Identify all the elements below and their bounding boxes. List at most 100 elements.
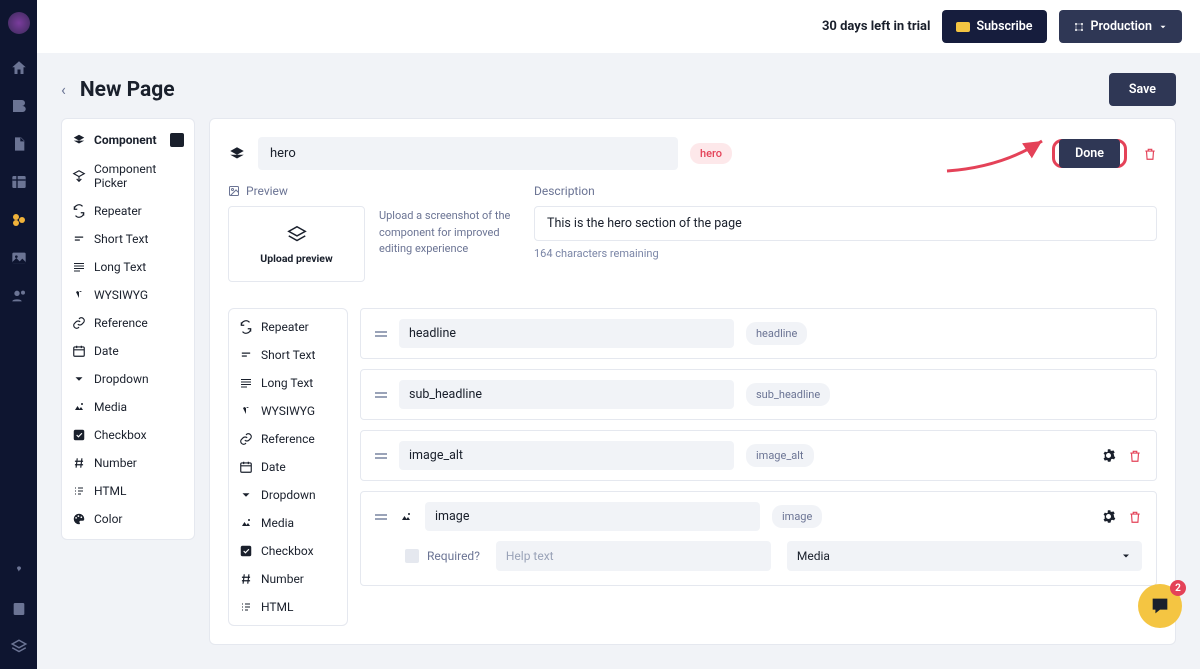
field-type-repeater[interactable]: Repeater xyxy=(229,313,347,341)
component-name-input[interactable] xyxy=(258,137,678,170)
upload-preview-button[interactable]: Upload preview xyxy=(228,206,365,282)
field-settings-button[interactable] xyxy=(1101,448,1116,463)
chat-badge: 2 xyxy=(1170,580,1186,596)
field-type-date[interactable]: Date xyxy=(229,453,347,481)
dropdown-icon xyxy=(239,488,253,502)
component-type-repeater[interactable]: Repeater xyxy=(62,197,194,225)
logo[interactable] xyxy=(8,12,30,34)
done-highlight: Done xyxy=(1052,139,1127,168)
chat-widget[interactable]: 2 xyxy=(1138,584,1182,628)
short-text-icon xyxy=(239,350,253,360)
component-type-wysiwyg[interactable]: WYSIWYG xyxy=(62,281,194,309)
component-type-number[interactable]: Number xyxy=(62,449,194,477)
component-types-panel: Component Component PickerRepeaterShort … xyxy=(61,118,195,540)
components-icon[interactable] xyxy=(9,210,29,230)
env-label: Production xyxy=(1091,19,1152,34)
field-sub_headline: sub_headline xyxy=(360,369,1157,420)
field-type-checkbox[interactable]: Checkbox xyxy=(229,537,347,565)
field-delete-button[interactable] xyxy=(1128,448,1142,464)
upload-preview-label: Upload preview xyxy=(260,252,332,265)
component-type-short-text[interactable]: Short Text xyxy=(62,225,194,253)
save-button[interactable]: Save xyxy=(1109,73,1176,106)
panel-toggle-icon[interactable] xyxy=(170,133,184,147)
media-icon[interactable] xyxy=(9,248,29,268)
date-icon xyxy=(72,344,86,358)
component-type-component-picker[interactable]: Component Picker xyxy=(62,155,194,197)
nav-rail xyxy=(0,0,37,669)
field-type-number[interactable]: Number xyxy=(229,565,347,593)
field-type-html[interactable]: HTML xyxy=(229,593,347,621)
component-icon xyxy=(228,145,246,163)
field-settings-button[interactable] xyxy=(1101,509,1116,524)
users-icon[interactable] xyxy=(9,286,29,306)
component-type-dropdown[interactable]: Dropdown xyxy=(62,365,194,393)
component-type-checkbox[interactable]: Checkbox xyxy=(62,421,194,449)
help-icon[interactable] xyxy=(9,561,29,581)
page-title: New Page xyxy=(80,78,175,102)
field-type-select[interactable]: Media xyxy=(787,541,1142,571)
field-headline: headline xyxy=(360,308,1157,359)
card-icon xyxy=(956,22,970,32)
drag-handle[interactable] xyxy=(375,453,387,459)
field-key-pill: headline xyxy=(746,322,807,345)
docs-icon[interactable] xyxy=(9,599,29,619)
field-image_alt: image_alt xyxy=(360,430,1157,481)
subscribe-button[interactable]: Subscribe xyxy=(942,10,1046,43)
number-icon xyxy=(239,572,253,586)
component-picker-icon xyxy=(72,169,86,183)
component-type-date[interactable]: Date xyxy=(62,337,194,365)
field-name-input[interactable] xyxy=(399,380,734,409)
field-type-dropdown[interactable]: Dropdown xyxy=(229,481,347,509)
component-icon xyxy=(72,133,86,147)
media-icon xyxy=(239,517,253,529)
required-toggle[interactable]: Required? xyxy=(405,549,480,563)
field-type-wysiwyg[interactable]: WYSIWYG xyxy=(229,397,347,425)
field-type-short-text[interactable]: Short Text xyxy=(229,341,347,369)
description-input[interactable] xyxy=(534,206,1157,241)
html-icon xyxy=(72,484,86,498)
color-icon xyxy=(72,512,86,526)
environment-dropdown[interactable]: Production xyxy=(1059,10,1182,43)
reference-icon xyxy=(72,316,86,330)
back-button[interactable]: ‹ xyxy=(61,80,66,99)
checkbox-icon xyxy=(239,544,253,558)
panel-header: Component xyxy=(94,133,157,147)
component-key-pill: hero xyxy=(690,143,732,164)
field-delete-button[interactable] xyxy=(1128,509,1142,525)
field-image: imageRequired?Media xyxy=(360,491,1157,586)
field-name-input[interactable] xyxy=(399,319,734,348)
component-type-reference[interactable]: Reference xyxy=(62,309,194,337)
home-icon[interactable] xyxy=(9,58,29,78)
wysiwyg-icon xyxy=(239,405,253,417)
checkbox-icon xyxy=(405,549,419,563)
field-key-pill: sub_headline xyxy=(746,383,830,406)
layers-icon[interactable] xyxy=(9,637,29,657)
delete-component-button[interactable] xyxy=(1143,146,1157,162)
chars-remaining: 164 characters remaining xyxy=(534,247,1157,260)
component-type-color[interactable]: Color xyxy=(62,505,194,533)
field-name-input[interactable] xyxy=(425,502,760,531)
field-type-media[interactable]: Media xyxy=(229,509,347,537)
dropdown-icon xyxy=(72,372,86,386)
field-type-reference[interactable]: Reference xyxy=(229,425,347,453)
preview-label: Preview xyxy=(228,184,518,198)
component-type-long-text[interactable]: Long Text xyxy=(62,253,194,281)
drag-handle[interactable] xyxy=(375,331,387,337)
page-header: ‹ New Page Save xyxy=(37,53,1200,118)
topbar: 30 days left in trial Subscribe Producti… xyxy=(37,0,1200,53)
field-name-input[interactable] xyxy=(399,441,734,470)
help-text-input[interactable] xyxy=(496,541,771,571)
blog-icon[interactable] xyxy=(9,96,29,116)
html-icon xyxy=(239,601,253,613)
component-type-html[interactable]: HTML xyxy=(62,477,194,505)
document-icon[interactable] xyxy=(9,134,29,154)
done-button[interactable]: Done xyxy=(1059,139,1120,168)
description-label: Description xyxy=(534,184,1157,198)
subscribe-label: Subscribe xyxy=(976,19,1032,34)
grid-icon[interactable] xyxy=(9,172,29,192)
component-type-media[interactable]: Media xyxy=(62,393,194,421)
field-type-long-text[interactable]: Long Text xyxy=(229,369,347,397)
chat-icon xyxy=(1149,595,1171,617)
drag-handle[interactable] xyxy=(375,392,387,398)
drag-handle[interactable] xyxy=(375,514,387,520)
